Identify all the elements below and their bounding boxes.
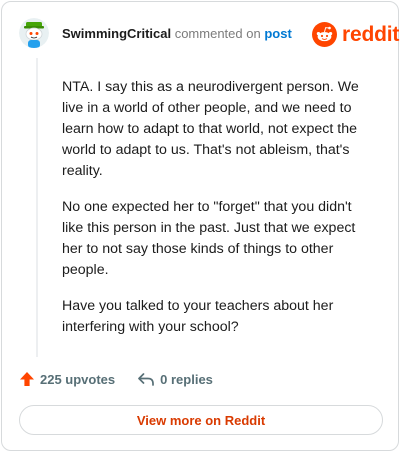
username-link[interactable]: SwimmingCritical [62,26,171,41]
commented-on-text: commented on [174,26,261,41]
comment-header: SwimmingCritical commented on post [62,26,292,42]
upvote-count: 225 upvotes [40,371,116,387]
comment-body: NTA. I say this as a neurodivergent pers… [62,77,367,353]
thread-line [36,58,38,357]
view-more-button[interactable]: View more on Reddit [19,405,383,435]
reply-button[interactable]: 0 replies [137,371,213,387]
reply-count: 0 replies [160,371,213,387]
comment-paragraph: No one expected her to "forget" that you… [62,199,356,278]
comment-embed-card: SwimmingCritical commented on post reddi… [1,1,399,451]
comment-actions: 225 upvotes 0 replies [19,371,213,387]
reddit-wordmark: reddit [342,22,400,46]
user-avatar[interactable] [19,18,49,48]
upvote-arrow-icon [20,372,34,386]
reply-arrow-icon [138,373,155,386]
comment-paragraph: Have you talked to your teachers about h… [62,298,334,335]
reddit-snoo-icon [312,22,337,47]
post-link[interactable]: post [264,26,291,41]
snoo-avatar-icon [19,18,49,48]
upvote-button[interactable]: 225 upvotes [19,371,115,387]
comment-paragraph: NTA. I say this as a neurodivergent pers… [62,79,359,179]
reddit-logo[interactable]: reddit [312,22,399,47]
